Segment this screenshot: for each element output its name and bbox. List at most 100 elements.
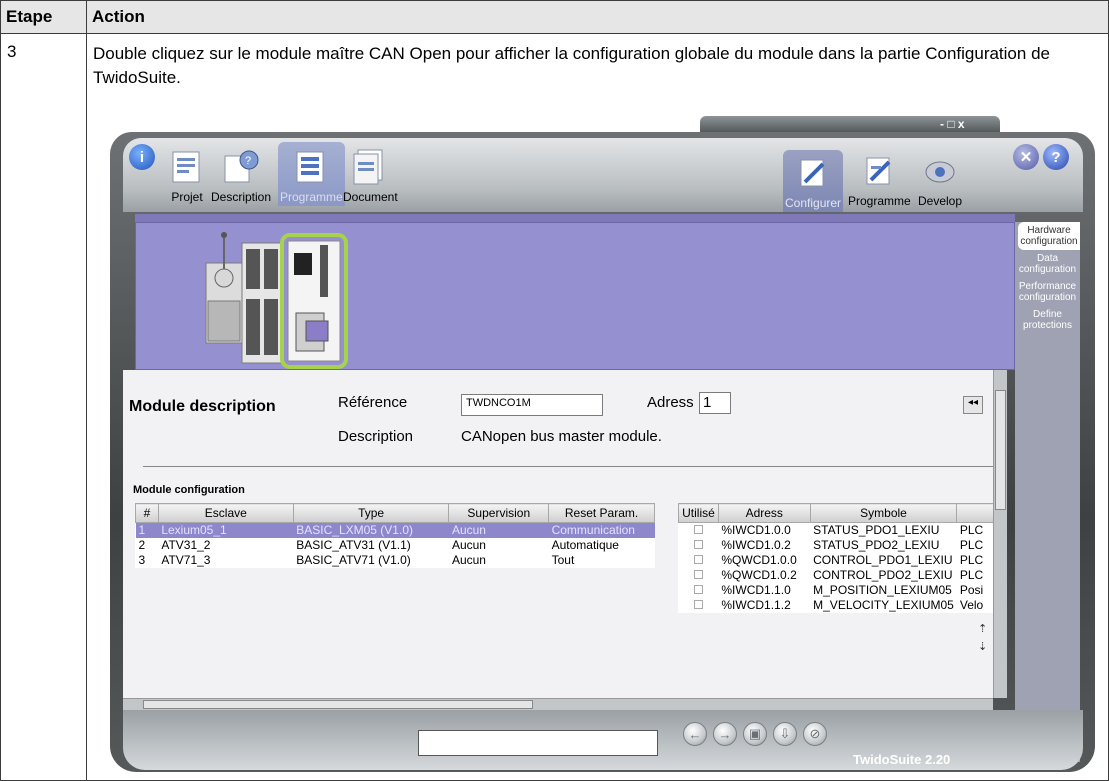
tab-document[interactable]: Document bbox=[343, 148, 398, 206]
hardware-view bbox=[135, 222, 1015, 370]
back-icon[interactable]: ← bbox=[683, 722, 707, 746]
mode-programme-icon bbox=[857, 152, 901, 190]
adress-field[interactable]: 1 bbox=[699, 392, 731, 414]
section-divider bbox=[143, 466, 1003, 467]
col-type[interactable]: Type bbox=[292, 503, 450, 523]
table-row[interactable]: 2 ATV31_2 BASIC_ATV31 (V1.1) Aucun Autom… bbox=[136, 538, 655, 553]
col-supervision[interactable]: Supervision bbox=[448, 503, 550, 523]
table-row[interactable]: %IWCD1.1.2 M_VELOCITY_LEXIUM05 Velo bbox=[679, 598, 995, 613]
svg-text:?: ? bbox=[245, 155, 251, 167]
adress-label: Adress bbox=[647, 394, 694, 411]
close-app-icon[interactable]: ✕ bbox=[1013, 144, 1039, 170]
develop-icon bbox=[918, 152, 962, 190]
utilise-checkbox[interactable] bbox=[679, 523, 719, 538]
window-controls[interactable]: - □ x bbox=[940, 117, 965, 131]
header-step: Etape bbox=[0, 0, 87, 34]
mode-develop-label: Develop bbox=[918, 194, 963, 208]
configurer-icon bbox=[791, 154, 835, 192]
utilise-checkbox[interactable] bbox=[679, 538, 719, 553]
col-extra[interactable] bbox=[956, 503, 995, 523]
io-symbole: M_POSITION_LEXIUM05 bbox=[813, 583, 952, 597]
status-input[interactable] bbox=[418, 730, 658, 756]
table-row[interactable]: %QWCD1.0.2 CONTROL_PDO2_LEXIU PLC bbox=[679, 568, 995, 583]
info-icon[interactable]: i bbox=[129, 144, 155, 170]
side-item-data-configuration[interactable]: Data configuration bbox=[1015, 250, 1080, 278]
document-icon bbox=[348, 148, 392, 186]
col-adress[interactable]: Adress bbox=[717, 503, 811, 523]
col-esclave[interactable]: Esclave bbox=[157, 503, 294, 523]
mode-develop[interactable]: Develop bbox=[918, 152, 962, 210]
io-adress: %IWCD1.1.2 bbox=[721, 598, 791, 612]
row-num: 2 bbox=[138, 538, 146, 552]
plc-hardware-illustration[interactable] bbox=[136, 223, 1016, 371]
row-scroll-arrows[interactable]: ⇡ ⇣ bbox=[978, 620, 987, 656]
side-item-hardware-configuration[interactable]: Hardware configuration bbox=[1018, 222, 1080, 250]
utilise-checkbox[interactable] bbox=[679, 553, 719, 568]
utilise-checkbox[interactable] bbox=[679, 568, 719, 583]
tab-programme-label: Programme bbox=[280, 190, 343, 204]
row-num: 1 bbox=[135, 522, 159, 538]
io-symbole: STATUS_PDO1_LEXIU bbox=[813, 523, 940, 538]
table-row[interactable]: %IWCD1.1.0 M_POSITION_LEXIUM05 Posi bbox=[679, 583, 995, 598]
table-row[interactable]: %IWCD1.0.0 STATUS_PDO1_LEXIU PLC bbox=[679, 523, 995, 538]
description-icon: ? bbox=[219, 148, 263, 186]
vertical-scrollbar[interactable] bbox=[993, 370, 1007, 698]
col-symbole[interactable]: Symbole bbox=[809, 503, 958, 523]
table-row[interactable]: %IWCD1.0.2 STATUS_PDO2_LEXIU PLC bbox=[679, 538, 995, 553]
side-item-performance-configuration[interactable]: Performance configuration bbox=[1015, 278, 1080, 306]
collapse-button[interactable]: ◂◂ bbox=[963, 396, 983, 414]
col-reset-param[interactable]: Reset Param. bbox=[548, 503, 655, 523]
side-item-define-protections[interactable]: Define protections bbox=[1015, 306, 1080, 334]
row-supervision: Aucun bbox=[451, 553, 486, 567]
side-menu: Hardware configuration Data configuratio… bbox=[1015, 222, 1080, 762]
tab-projet[interactable]: Projet bbox=[165, 148, 209, 206]
io-symbole: STATUS_PDO2_LEXIU bbox=[813, 538, 940, 552]
row-type: BASIC_ATV31 (V1.1) bbox=[296, 538, 411, 552]
bottom-bar: ← → ▣ ⇩ ⊘ TwidoSuite 2.20 bbox=[123, 710, 1083, 770]
utilise-checkbox[interactable] bbox=[679, 598, 719, 613]
io-adress: %QWCD1.0.2 bbox=[721, 568, 797, 582]
io-symbole: M_VELOCITY_LEXIUM05 bbox=[813, 598, 954, 612]
tab-description[interactable]: ? Description bbox=[211, 148, 271, 206]
col-num[interactable]: # bbox=[135, 503, 159, 523]
utilise-checkbox[interactable] bbox=[679, 583, 719, 598]
mode-programme[interactable]: Programme bbox=[848, 152, 911, 210]
top-toolbar: i ✕ ? Projet ? Description Programme Doc… bbox=[123, 138, 1083, 212]
table-row[interactable]: %QWCD1.0.0 CONTROL_PDO1_LEXIU PLC bbox=[679, 553, 995, 568]
reference-field[interactable]: TWDNCO1M bbox=[461, 394, 603, 416]
io-extra: PLC bbox=[959, 568, 984, 582]
io-extra: PLC bbox=[959, 523, 984, 538]
io-table: Utilisé Adress Symbole %IWCD1.0.0 STATUS… bbox=[678, 503, 995, 613]
forward-icon[interactable]: → bbox=[713, 722, 737, 746]
horizontal-scrollbar[interactable] bbox=[123, 698, 993, 710]
configuration-panel: Module description Référence TWDNCO1M Ad… bbox=[123, 370, 1003, 698]
table-row[interactable]: 3 ATV71_3 BASIC_ATV71 (V1.0) Aucun Tout bbox=[136, 553, 655, 568]
slaves-table: # Esclave Type Supervision Reset Param. … bbox=[135, 503, 655, 568]
io-adress: %IWCD1.1.0 bbox=[721, 583, 791, 597]
io-extra: Posi bbox=[959, 583, 984, 597]
tab-description-label: Description bbox=[211, 190, 272, 204]
projet-icon bbox=[165, 148, 209, 186]
nav-underline bbox=[135, 214, 1015, 222]
save-icon[interactable]: ▣ bbox=[743, 722, 767, 746]
row-reset: Communication bbox=[548, 522, 655, 538]
step-number: 3 bbox=[0, 33, 87, 781]
table-row[interactable]: 1 Lexium05_1 BASIC_LXM05 (V1.0) Aucun Co… bbox=[135, 522, 655, 538]
horizontal-scroll-thumb[interactable] bbox=[143, 700, 533, 709]
mode-configurer-label: Configurer bbox=[785, 196, 842, 210]
tab-document-label: Document bbox=[343, 190, 398, 204]
tab-programme[interactable]: Programme bbox=[278, 142, 345, 206]
app-version: TwidoSuite 2.20 bbox=[853, 752, 951, 767]
io-extra: Velo bbox=[959, 598, 984, 612]
help-icon[interactable]: ? bbox=[1043, 144, 1069, 170]
col-utilise[interactable]: Utilisé bbox=[678, 503, 719, 523]
tab-projet-label: Projet bbox=[171, 190, 203, 204]
stop-icon[interactable]: ⊘ bbox=[803, 722, 827, 746]
row-supervision: Aucun bbox=[451, 538, 486, 552]
row-type: BASIC_LXM05 (V1.0) bbox=[293, 522, 449, 538]
row-supervision: Aucun bbox=[448, 522, 549, 538]
download-icon[interactable]: ⇩ bbox=[773, 722, 797, 746]
module-description-title: Module description bbox=[129, 398, 276, 415]
mode-configurer[interactable]: Configurer bbox=[783, 150, 844, 212]
vertical-scroll-thumb[interactable] bbox=[995, 390, 1006, 510]
